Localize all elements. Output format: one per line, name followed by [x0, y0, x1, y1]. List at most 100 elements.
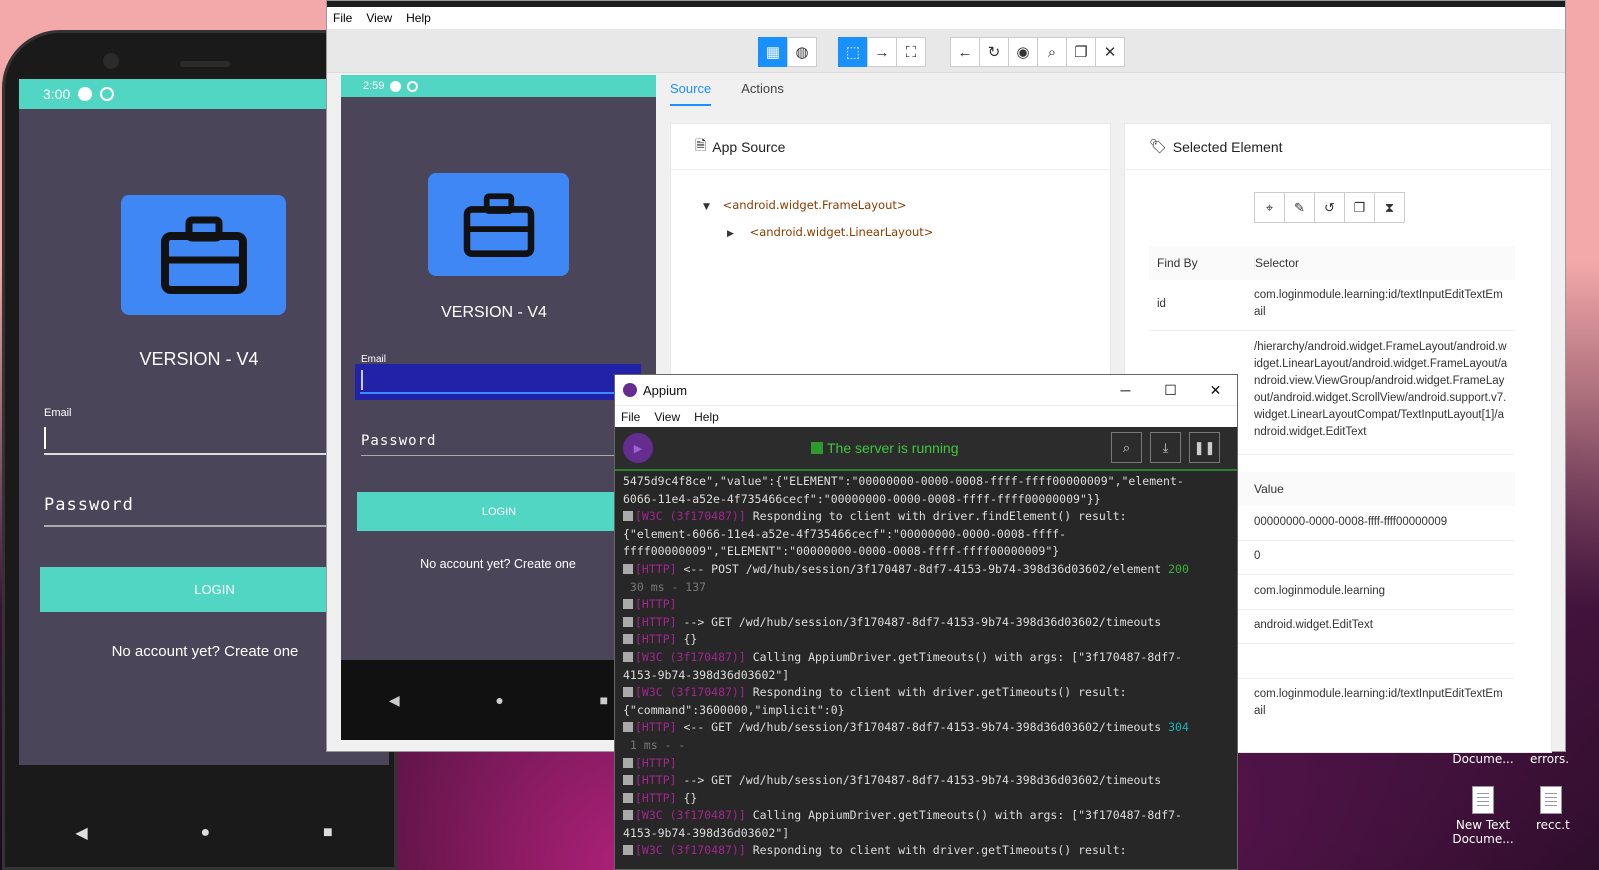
home-icon[interactable]: ● — [495, 692, 503, 708]
log-line: [W3C (3f170487)] Responding to client wi… — [623, 684, 1229, 702]
send-keys-icon[interactable]: ✎ — [1284, 192, 1315, 223]
app-logo — [121, 195, 286, 315]
menu-file[interactable]: File — [333, 11, 352, 25]
status-bar: 2:59 — [341, 75, 656, 97]
log-line: [HTTP] {} — [623, 631, 1229, 649]
element-actions: ⌖ ✎ ↺ ❐ ⧗ — [1254, 192, 1405, 223]
menu-bar: File View Help — [327, 1, 1565, 29]
attr-value: android.widget.EditText — [1254, 619, 1373, 631]
desktop-icon-recc[interactable]: recc.t — [1536, 786, 1599, 832]
refresh-icon[interactable]: ↻ — [979, 37, 1009, 67]
search-icon[interactable]: ⌕ — [1111, 432, 1142, 463]
collapsed-caret-icon[interactable]: ▶ — [727, 229, 734, 239]
copy-attributes-icon[interactable]: ❐ — [1344, 192, 1375, 223]
desktop-icon-new-text-document[interactable]: New Text Docume... — [1448, 786, 1518, 846]
search-icon[interactable]: ⌕ — [1037, 37, 1067, 67]
find-by-id: id — [1157, 298, 1166, 310]
log-line: [W3C (3f170487)] Calling AppiumDriver.ge… — [623, 807, 1229, 825]
log-line: [HTTP] <-- GET /wd/hub/session/3f170487-… — [623, 719, 1229, 737]
http-status-code: 200 — [1168, 561, 1189, 576]
timing-icon[interactable]: ⧗ — [1374, 192, 1405, 223]
appium-logo-icon — [623, 383, 637, 397]
login-button[interactable]: LOGIN — [357, 492, 641, 531]
expanded-caret-icon[interactable]: ▼ — [703, 202, 710, 212]
close-icon[interactable]: ✕ — [1193, 375, 1237, 405]
home-icon[interactable]: ● — [200, 824, 210, 842]
log-line: [W3C (3f170487)] Calling AppiumDriver.ge… — [623, 649, 1229, 667]
play-icon — [390, 80, 402, 92]
log-tag: [HTTP] — [635, 755, 677, 770]
log-text: {"command":3600000,"implicit":0} — [623, 702, 845, 717]
col-selector: Selector — [1254, 256, 1300, 270]
download-icon[interactable]: ⤓ — [1150, 432, 1181, 463]
menu-view[interactable]: View — [654, 410, 680, 424]
create-account-link[interactable]: No account yet? Create one — [341, 557, 655, 571]
menu-file[interactable]: File — [621, 410, 640, 424]
app-version: VERSION - V4 — [441, 304, 547, 321]
log-level-icon — [623, 511, 633, 522]
log-line: 6066-11e4-a52e-4f735466cecf":"00000000-0… — [623, 491, 1229, 509]
attr-value: 0 — [1254, 550, 1261, 562]
pause-icon[interactable]: ❚❚ — [1189, 432, 1220, 463]
server-log[interactable]: 5475d9c4f8ce","value":{"ELEMENT":"000000… — [623, 473, 1229, 860]
back-icon[interactable]: ◀ — [75, 823, 87, 843]
native-mode-icon[interactable]: ▦ — [758, 37, 788, 67]
selector-id[interactable]: com.loginmodule.learning:id/textInputEdi… — [1254, 287, 1509, 321]
tab-source[interactable]: Source — [670, 81, 712, 106]
desktop-icon-label: errors. — [1530, 752, 1570, 766]
log-tag: [HTTP] — [635, 614, 677, 629]
find-by-table-header: Find By Selector — [1149, 246, 1515, 280]
minimize-icon[interactable]: ─ — [1103, 375, 1148, 405]
device-screenshot[interactable]: 2:59 VERSION - V4 Email Password LOGIN N… — [341, 75, 656, 740]
recents-icon[interactable]: ■ — [323, 824, 333, 842]
window-title: Appium — [643, 382, 688, 398]
email-underline — [360, 392, 639, 394]
log-tag: [HTTP] — [635, 790, 677, 805]
tap-coordinates-icon[interactable]: ⛶ — [896, 37, 926, 67]
menu-help[interactable]: Help — [406, 11, 431, 25]
copy-icon[interactable]: ❐ — [1066, 37, 1096, 67]
panel-title: Selected Element — [1172, 138, 1283, 155]
log-line: 5475d9c4f8ce","value":{"ELEMENT":"000000… — [623, 473, 1229, 491]
log-line: [HTTP] — [623, 755, 1229, 773]
log-text: --> GET /wd/hub/session/3f170487-8df7-41… — [676, 773, 1162, 788]
play-icon[interactable]: ▶ — [623, 433, 653, 463]
log-text: 30 ms - 137 — [623, 579, 707, 594]
tap-element-icon[interactable]: ⌖ — [1254, 192, 1285, 223]
swipe-icon[interactable]: → — [867, 37, 897, 67]
back-icon[interactable]: ◀ — [389, 692, 400, 709]
log-line: {"element-6066-11e4-a52e-4f735466cecf":"… — [623, 526, 1229, 544]
selector-xpath[interactable]: /hierarchy/android.widget.FrameLayout/an… — [1254, 339, 1509, 441]
web-mode-icon[interactable]: ◍ — [787, 37, 817, 67]
close-icon[interactable]: ✕ — [1095, 37, 1125, 67]
desktop-icon-documents[interactable]: Docume... — [1448, 752, 1518, 766]
log-line: 4153-9b74-398d36d03602"] — [623, 667, 1229, 685]
speaker-grille — [180, 61, 230, 67]
log-level-icon — [623, 616, 633, 627]
back-icon[interactable]: ← — [950, 37, 980, 67]
nav-bar: ◀ ● ■ — [19, 793, 389, 870]
password-placeholder: Password — [361, 433, 437, 449]
log-level-icon — [623, 563, 633, 574]
maximize-icon[interactable]: ☐ — [1148, 375, 1193, 405]
password-field[interactable]: Password — [361, 433, 641, 457]
tree-node-framelayout[interactable]: ▼ <android.widget.FrameLayout> — [703, 198, 907, 212]
select-element-icon[interactable]: ⬚ — [838, 37, 868, 67]
log-level-icon — [623, 722, 633, 733]
menu-help[interactable]: Help — [694, 410, 719, 424]
text-cursor — [44, 427, 46, 449]
log-line: [W3C (3f170487)] Responding to client wi… — [623, 842, 1229, 860]
desktop-icon-label: New Text Docume... — [1452, 818, 1514, 846]
tree-node-linearlayout[interactable]: ▶ <android.widget.LinearLayout> — [727, 225, 933, 239]
desktop-icon-errors[interactable]: errors. — [1530, 752, 1599, 766]
log-line: ffff00000009","ELEMENT":"00000000-0000-0… — [623, 543, 1229, 561]
menu-view[interactable]: View — [366, 11, 392, 25]
eye-icon[interactable]: ◉ — [1008, 37, 1038, 67]
tag-icon: 🏷 — [1149, 138, 1167, 154]
appium-server-window: Appium ─ ☐ ✕ File View Help ▶ The server… — [614, 374, 1238, 870]
clear-icon[interactable]: ↺ — [1314, 192, 1345, 223]
log-text: <-- POST /wd/hub/session/3f170487-8df7-4… — [676, 561, 1169, 576]
email-field-highlight[interactable] — [355, 364, 641, 400]
recents-icon[interactable]: ■ — [600, 692, 608, 708]
tab-actions[interactable]: Actions — [741, 81, 784, 106]
